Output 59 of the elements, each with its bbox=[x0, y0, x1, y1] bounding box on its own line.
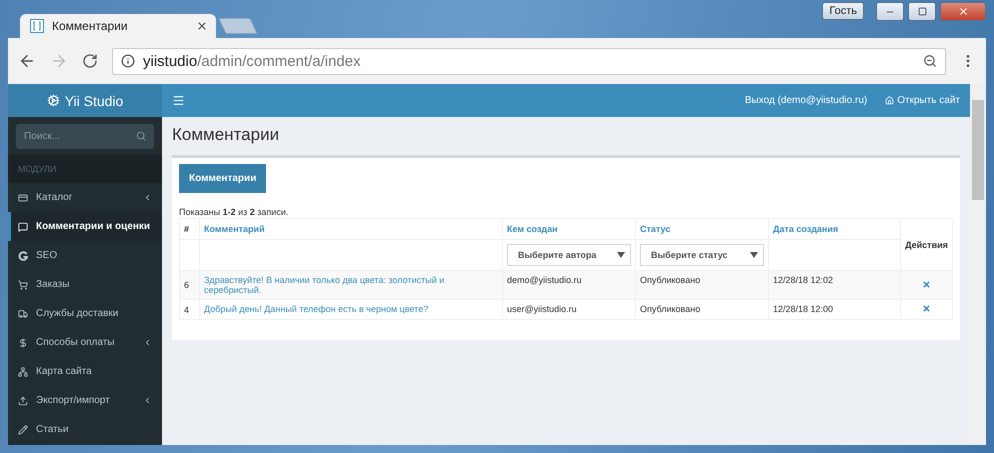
sidebar-item[interactable]: SEO bbox=[8, 241, 162, 270]
close-icon bbox=[958, 6, 968, 17]
item-icon bbox=[18, 424, 28, 434]
sort-link[interactable]: Дата создания bbox=[768, 218, 900, 240]
comment-link[interactable]: Добрый день! Данный телефон есть в черном цвете? bbox=[200, 300, 502, 320]
maximize-icon bbox=[918, 7, 926, 16]
status-select[interactable]: Выберите статус bbox=[640, 244, 764, 266]
maximize-button[interactable] bbox=[908, 2, 936, 21]
page-title: Комментарии bbox=[172, 125, 280, 145]
sidebar-item[interactable]: Заказы bbox=[8, 270, 162, 299]
sidebar-item[interactable]: Комментарии и оценки bbox=[8, 212, 162, 241]
item-icon bbox=[18, 338, 28, 348]
delete-icon[interactable] bbox=[922, 304, 931, 313]
sidebar-item[interactable]: Статьи bbox=[8, 415, 162, 444]
caret-icon bbox=[750, 252, 758, 258]
address-bar[interactable]: yiistudio/admin/comment/a/index bbox=[112, 48, 946, 74]
summary-text: Показаны 1-2 из 2 записи. bbox=[179, 207, 288, 217]
sidebar-item[interactable]: Способы оплаты bbox=[8, 328, 162, 357]
browser-tab[interactable]: Комментарии bbox=[20, 14, 216, 38]
back-icon[interactable] bbox=[18, 52, 36, 70]
section-header: МОДУЛИ bbox=[8, 155, 162, 183]
menu-toggle-icon[interactable] bbox=[172, 94, 185, 107]
reload-icon[interactable] bbox=[82, 53, 98, 69]
table-cell: user@yiistudio.ru bbox=[502, 300, 636, 320]
search-icon[interactable] bbox=[136, 131, 146, 141]
brand-title: Yii Studio bbox=[64, 92, 124, 108]
tab-title: Комментарии bbox=[52, 19, 129, 33]
column-header: # bbox=[180, 218, 200, 240]
sidebar-item[interactable]: Карта сайта bbox=[8, 357, 162, 386]
logout-link[interactable]: Выход (demo@yiistudio.ru) bbox=[744, 95, 868, 106]
close-icon[interactable] bbox=[196, 20, 208, 32]
guest-button[interactable]: Гость bbox=[822, 2, 864, 20]
g-letter-icon bbox=[18, 250, 28, 260]
sidebar-item[interactable]: Службы доставки bbox=[8, 299, 162, 328]
info-icon[interactable] bbox=[121, 54, 135, 68]
delete-icon[interactable] bbox=[922, 280, 931, 288]
open-site-link[interactable]: Открыть сайт bbox=[885, 95, 960, 106]
caret-icon bbox=[617, 252, 625, 258]
author-select[interactable]: Выберите автора bbox=[507, 244, 631, 266]
table-cell: 12/28/18 12:00 bbox=[768, 300, 900, 320]
sort-link[interactable]: Комментарий bbox=[200, 218, 502, 240]
sidebar-item[interactable]: Экспорт/импорт bbox=[8, 386, 162, 415]
home-icon bbox=[885, 96, 894, 105]
gears-icon bbox=[46, 94, 60, 107]
item-icon bbox=[18, 280, 28, 290]
item-icon bbox=[18, 396, 28, 406]
comments-button[interactable]: Комментарии bbox=[179, 164, 266, 193]
minimize-button[interactable] bbox=[876, 2, 904, 21]
sort-link[interactable]: Статус bbox=[636, 218, 768, 240]
item-icon bbox=[18, 192, 28, 202]
item-icon bbox=[18, 366, 28, 376]
sidebar-item[interactable]: Каталог bbox=[8, 183, 162, 212]
zoom-out-icon[interactable] bbox=[923, 54, 937, 68]
item-icon bbox=[18, 308, 28, 318]
table-cell: 4 bbox=[180, 300, 200, 320]
table-cell: Опубликовано bbox=[636, 300, 768, 320]
sort-link[interactable]: Кем создан bbox=[502, 218, 636, 240]
item-icon bbox=[18, 222, 28, 232]
page-icon bbox=[30, 19, 44, 33]
